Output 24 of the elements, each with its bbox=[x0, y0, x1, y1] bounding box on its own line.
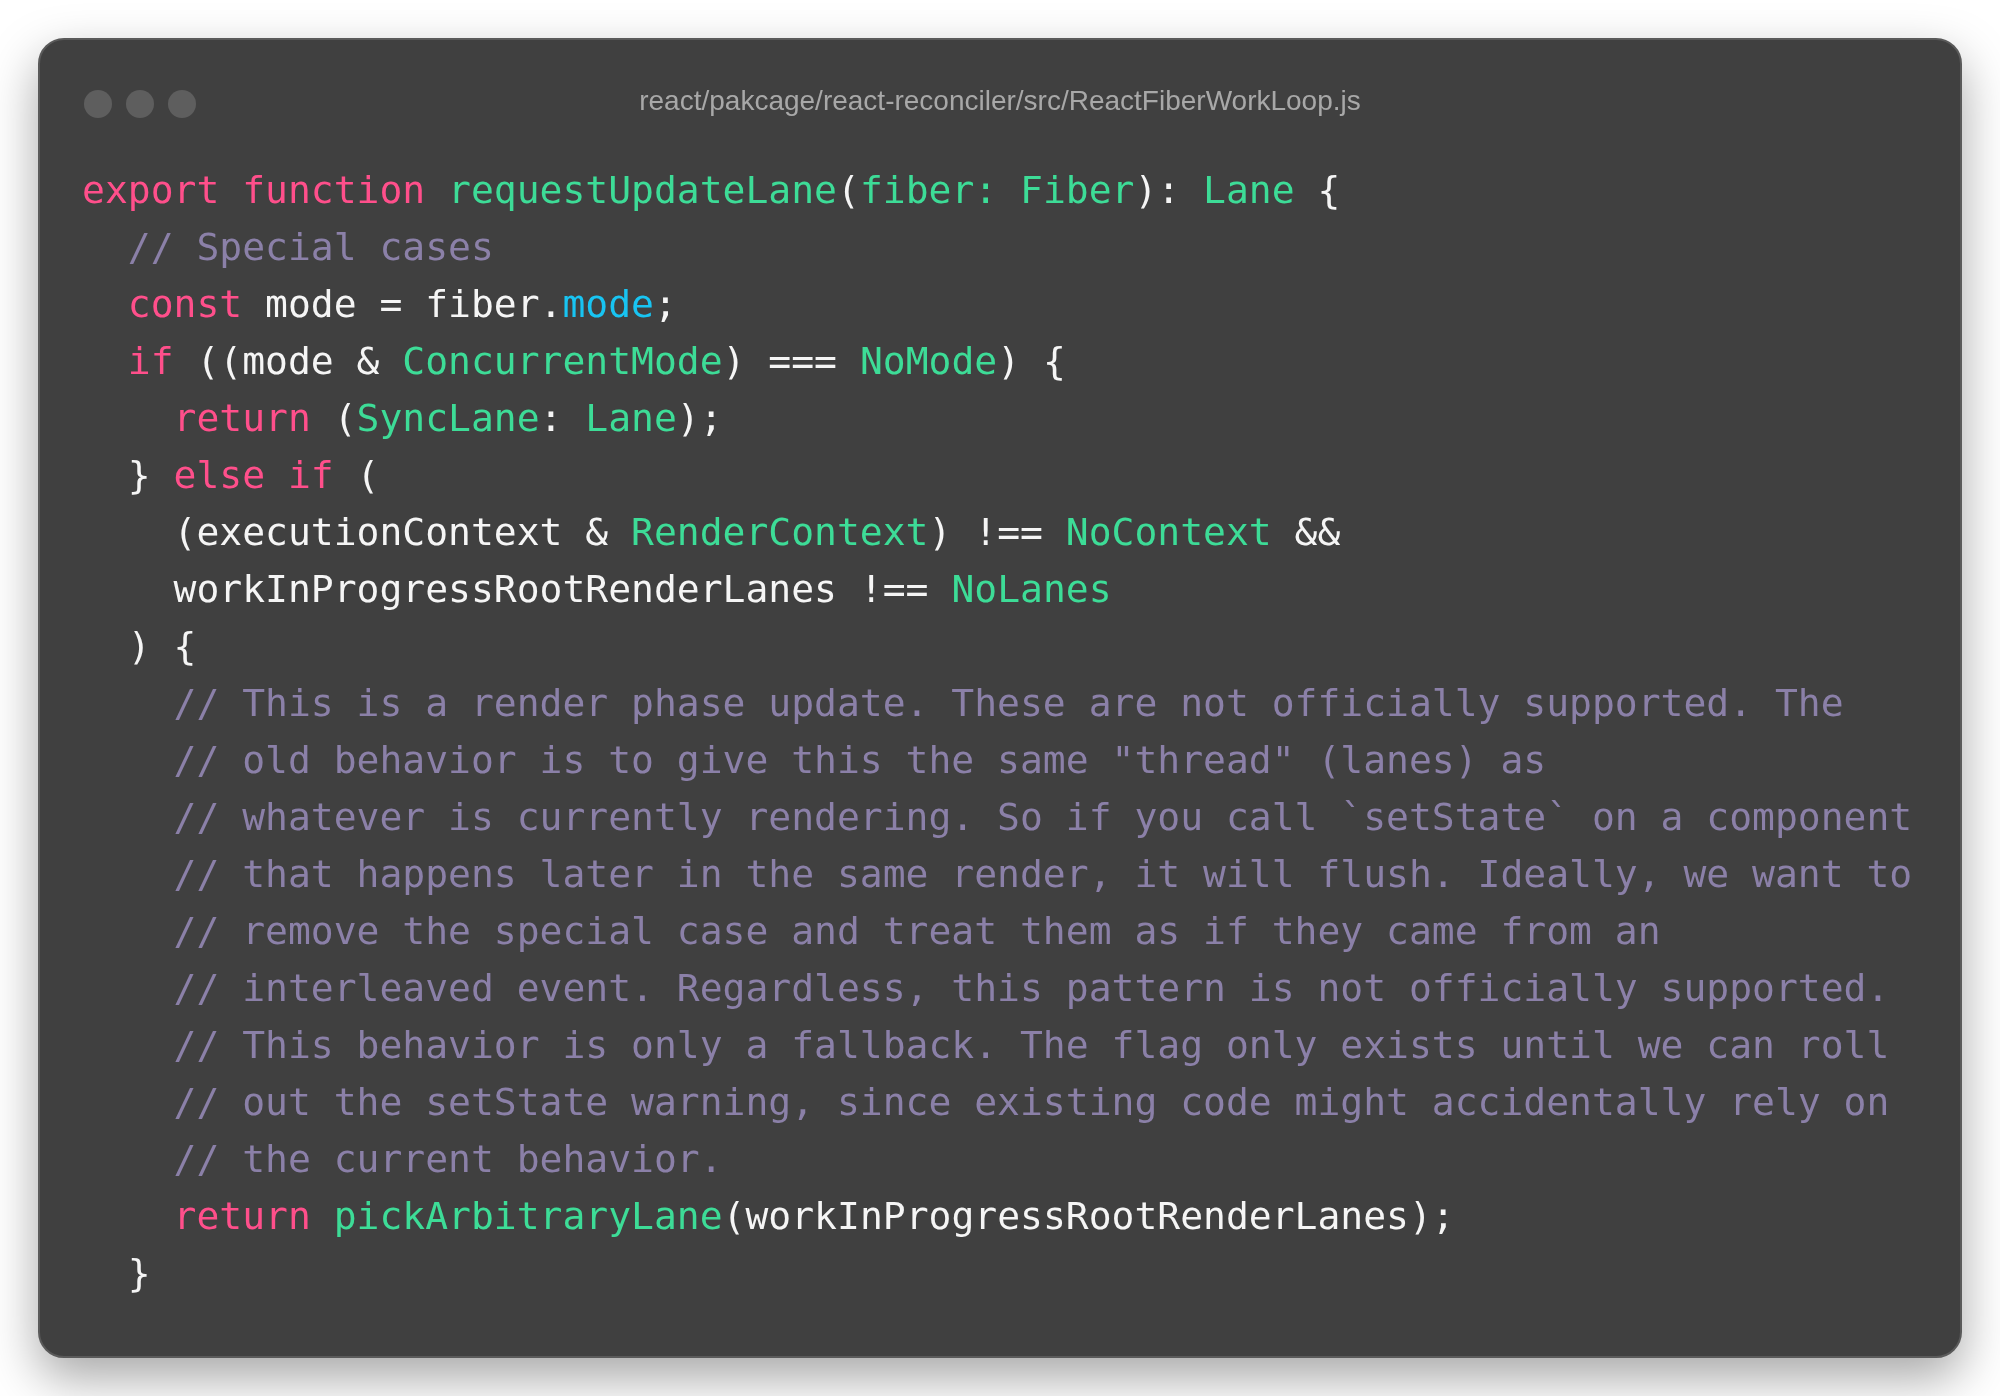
code-line: } else if ( bbox=[126, 452, 380, 499]
code-line: // interleaved event. Regardless, this pattern is not officially supported. bbox=[172, 965, 1890, 1012]
code-line: return pickArbitraryLane(workInProgressRootRenderLanes); bbox=[172, 1193, 1455, 1240]
code-line: } bbox=[126, 1250, 151, 1297]
window-minimize-control[interactable] bbox=[126, 90, 154, 118]
code-line: return (SyncLane: Lane); bbox=[172, 395, 723, 442]
window-title: react/pakcage/react-reconciler/src/ReactFiberWorkLoop.js bbox=[639, 84, 1361, 118]
code-line: // that happens later in the same render, it will flush. Ideally, we want to bbox=[172, 851, 1913, 898]
code-line: export function requestUpdateLane(fiber: Fiber): Lane { bbox=[82, 167, 1341, 214]
code-line: // old behavior is to give this the same "thread" (lanes) as bbox=[172, 737, 1547, 784]
window-zoom-control[interactable] bbox=[168, 90, 196, 118]
code-line: if ((mode & ConcurrentMode) === NoMode) { bbox=[126, 338, 1066, 385]
code-line: const mode = fiber.mode; bbox=[126, 281, 677, 328]
code-line: // Special cases bbox=[126, 224, 494, 271]
code-line: // the current behavior. bbox=[172, 1136, 723, 1183]
code-line: // out the setState warning, since existing code might accidentally rely on bbox=[172, 1079, 1890, 1126]
code-line: ) { bbox=[126, 623, 197, 670]
code-line: // This behavior is only a fallback. The flag only exists until we can roll bbox=[172, 1022, 1890, 1069]
code-line: // whatever is currently rendering. So if you call `setState` on a component bbox=[172, 794, 1913, 841]
window-close-control[interactable] bbox=[84, 90, 112, 118]
code-line: // remove the special case and treat them as if they came from an bbox=[172, 908, 1661, 955]
code-line: workInProgressRootRenderLanes !== NoLanes bbox=[172, 566, 1112, 613]
code-line: // This is a render phase update. These are not officially supported. The bbox=[172, 680, 1844, 727]
code-line: (executionContext & RenderContext) !== NoContext && bbox=[172, 509, 1341, 556]
